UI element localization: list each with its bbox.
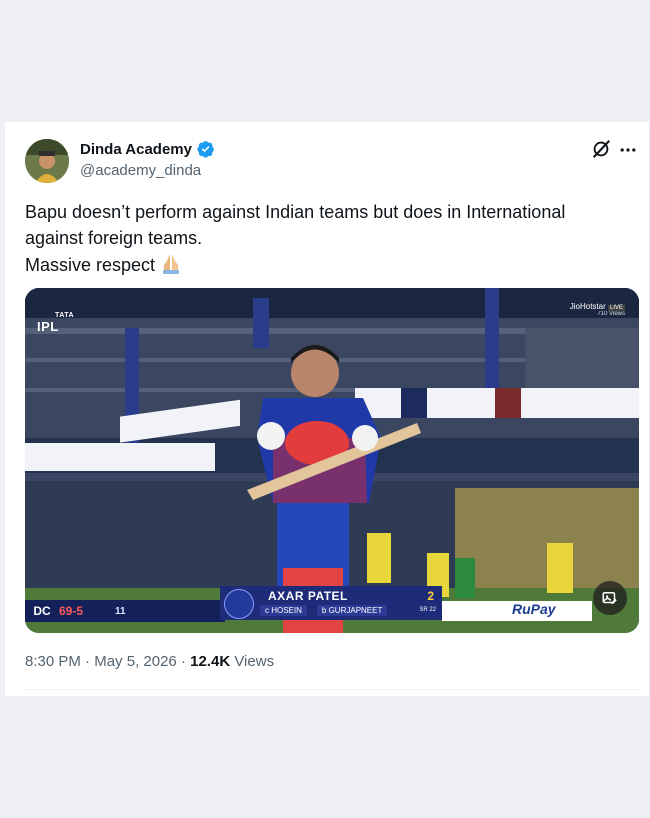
scoreboard-score: 69-5 [59, 604, 84, 618]
strike-rate: SR 22 [419, 607, 436, 613]
broadcaster-watermark: JioHotstar LIVE 710 Views [570, 302, 625, 317]
views-label: Views [234, 653, 275, 670]
team-badge-icon [224, 589, 254, 619]
author-handle[interactable]: @academy_dinda [80, 162, 201, 179]
ipl-logo-tata: TATA [55, 312, 75, 319]
image-edit-button[interactable] [593, 581, 627, 615]
tweet-text-line: Bapu doesn’t perform against Indian team… [25, 202, 566, 222]
scoreboard: DC 69-5 11 [25, 600, 225, 622]
tweet-text-line: against foreign teams. [25, 228, 203, 248]
broadcast-views: 710 Views [597, 311, 625, 317]
scoreboard-team: DC [33, 604, 51, 618]
broadcaster-name: JioHotstar [569, 302, 606, 311]
image-edit-icon [602, 592, 617, 604]
divider [25, 689, 639, 690]
more-options-icon[interactable] [618, 140, 638, 160]
avatar[interactable] [25, 139, 69, 183]
batsman-runs: 2 [427, 589, 434, 603]
ipl-logo: TATA IPL [37, 312, 74, 334]
ipl-logo-main: IPL [37, 319, 59, 334]
tweet-text-line: Massive respect [25, 255, 156, 275]
bowled-by: b GURJAPNEET [316, 605, 388, 616]
tweet-card[interactable]: Dinda Academy @academy_dinda Bapu doesn’… [5, 122, 649, 696]
tweet-time[interactable]: 8:30 PM [25, 653, 81, 670]
scoreboard-overs: 11 [115, 605, 126, 617]
tweet-media-image[interactable]: TATA IPL JioHotstar LIVE 710 Views DC 69… [25, 288, 639, 633]
folded-hands-emoji-icon [159, 251, 183, 282]
meta-separator: · [180, 653, 186, 670]
batsman-card: AXAR PATEL c HOSEIN b GURJAPNEET 2 SR 22 [220, 586, 442, 620]
grok-icon[interactable] [590, 138, 612, 160]
verified-badge-icon [197, 141, 214, 158]
meta-separator: · [85, 653, 91, 670]
views-count: 12.4K [190, 653, 231, 670]
tweet-date[interactable]: May 5, 2026 [94, 653, 177, 670]
author-name[interactable]: Dinda Academy [80, 141, 192, 158]
batsman-name: AXAR PATEL [268, 589, 348, 603]
tweet-text: Bapu doesn’t perform against Indian team… [25, 199, 625, 282]
tweet-meta: 8:30 PM · May 5, 2026 · 12.4K Views [25, 653, 274, 670]
ground-sponsor-board: RuPay [442, 601, 592, 621]
caught-by: c HOSEIN [260, 605, 307, 616]
